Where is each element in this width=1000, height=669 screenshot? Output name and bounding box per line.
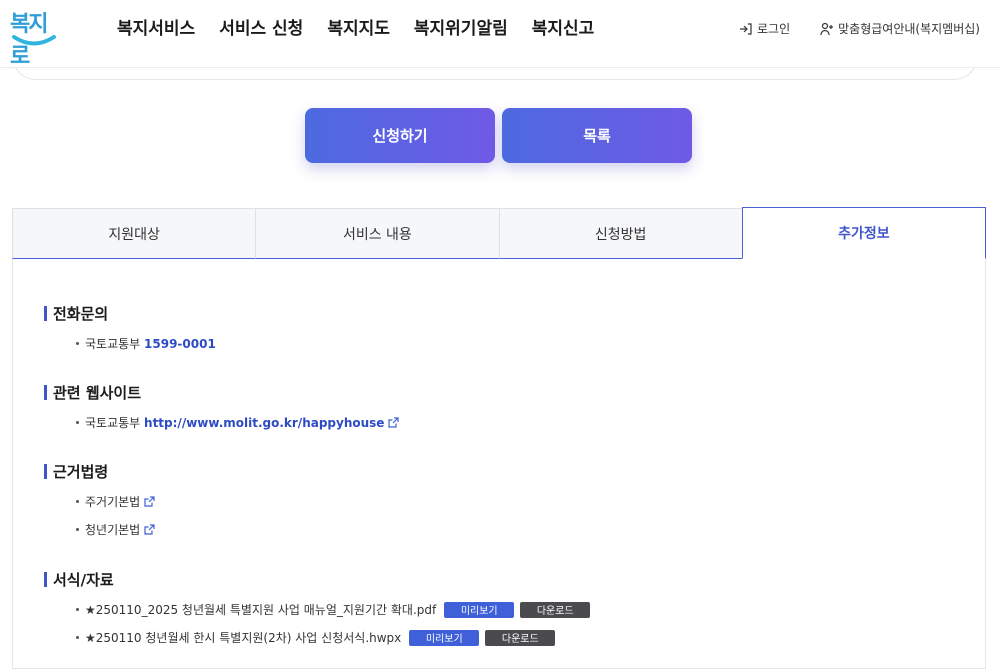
form-file-item: ★250110_2025 청년월세 특별지원 사업 매뉴얼_지원기간 확대.pd… bbox=[76, 601, 591, 618]
nav-welfare-report[interactable]: 복지신고 bbox=[532, 14, 595, 39]
phone-title-text: 전화문의 bbox=[53, 305, 109, 323]
tab-service-content[interactable]: 서비스 내용 bbox=[255, 208, 499, 259]
phone-number-link[interactable]: 1599-0001 bbox=[144, 337, 216, 351]
preview-button[interactable]: 미리보기 bbox=[444, 601, 515, 618]
external-link-icon[interactable] bbox=[144, 496, 155, 507]
website-org: 국토교통부 bbox=[85, 416, 141, 430]
logo-smile-icon bbox=[12, 35, 56, 46]
external-link-icon[interactable] bbox=[144, 524, 155, 535]
bullet bbox=[76, 528, 79, 531]
login-icon bbox=[740, 22, 752, 35]
title-bar bbox=[44, 385, 47, 400]
apply-button[interactable]: 신청하기 bbox=[305, 108, 495, 163]
tab-bar: 지원대상 서비스 내용 신청방법 추가정보 bbox=[12, 207, 986, 260]
law-name: 주거기본법 bbox=[85, 495, 141, 509]
list-button[interactable]: 목록 bbox=[502, 108, 692, 163]
nav-welfare-service[interactable]: 복지서비스 bbox=[117, 14, 195, 39]
site-header: 복지로 복지서비스 서비스 신청 복지지도 복지위기알림 복지신고 로그인 맞춤… bbox=[0, 0, 1000, 69]
tab-how-to-apply[interactable]: 신청방법 bbox=[498, 208, 742, 259]
preview-button[interactable]: 미리보기 bbox=[409, 629, 480, 646]
login-link[interactable]: 로그인 bbox=[739, 20, 790, 37]
phone-item: 국토교통부 1599-0001 bbox=[76, 335, 216, 352]
download-button[interactable]: 다운로드 bbox=[520, 601, 591, 618]
forms-section-title: 서식/자료 bbox=[44, 569, 114, 590]
laws-title-text: 근거법령 bbox=[53, 463, 109, 481]
laws-section-title: 근거법령 bbox=[44, 461, 108, 482]
law-name: 청년기본법 bbox=[85, 523, 141, 537]
nav-crisis-alert[interactable]: 복지위기알림 bbox=[414, 14, 508, 39]
bullet bbox=[76, 500, 79, 503]
form-file-item: ★250110 청년월세 한시 특별지원(2차) 사업 신청서식.hwpx 미리… bbox=[76, 629, 556, 646]
tab-additional-info[interactable]: 추가정보 bbox=[741, 207, 986, 259]
phone-org: 국토교통부 bbox=[85, 337, 141, 351]
website-url-link[interactable]: http://www.molit.go.kr/happyhouse bbox=[144, 416, 384, 430]
nav-service-apply[interactable]: 서비스 신청 bbox=[219, 14, 303, 39]
forms-title-text: 서식/자료 bbox=[53, 571, 114, 589]
form-file-name: ★250110 청년월세 한시 특별지원(2차) 사업 신청서식.hwpx bbox=[85, 631, 402, 645]
phone-section-title: 전화문의 bbox=[44, 303, 108, 324]
phone-section: 전화문의 국토교통부 1599-0001 bbox=[44, 303, 216, 351]
bullet bbox=[76, 608, 79, 611]
website-section: 관련 웹사이트 국토교통부 http://www.molit.go.kr/hap… bbox=[44, 382, 400, 430]
main-nav: 복지서비스 서비스 신청 복지지도 복지위기알림 복지신고 bbox=[117, 14, 594, 39]
tab-eligibility[interactable]: 지원대상 bbox=[12, 208, 256, 259]
nav-welfare-map[interactable]: 복지지도 bbox=[327, 14, 390, 39]
membership-link[interactable]: 맞춤형급여안내(복지멤버십) bbox=[820, 20, 980, 37]
title-bar bbox=[44, 572, 47, 587]
logo[interactable]: 복지로 bbox=[10, 6, 62, 69]
user-plus-icon bbox=[820, 22, 834, 35]
law-item: 주거기본법 bbox=[76, 493, 155, 510]
bullet bbox=[76, 636, 79, 639]
external-link-icon[interactable] bbox=[388, 417, 400, 428]
utility-menu: 로그인 맞춤형급여안내(복지멤버십) bbox=[739, 20, 980, 37]
laws-section: 근거법령 주거기본법 청년기본법 bbox=[44, 461, 155, 537]
bullet bbox=[76, 421, 79, 424]
website-section-title: 관련 웹사이트 bbox=[44, 382, 141, 403]
login-label: 로그인 bbox=[757, 22, 791, 36]
form-file-name: ★250110_2025 청년월세 특별지원 사업 매뉴얼_지원기간 확대.pd… bbox=[85, 603, 437, 617]
website-item: 국토교통부 http://www.molit.go.kr/happyhouse bbox=[76, 414, 400, 431]
law-item: 청년기본법 bbox=[76, 521, 155, 538]
website-title-text: 관련 웹사이트 bbox=[53, 384, 142, 402]
download-button[interactable]: 다운로드 bbox=[485, 629, 556, 646]
title-bar bbox=[44, 306, 47, 321]
forms-section: 서식/자료 ★250110_2025 청년월세 특별지원 사업 매뉴얼_지원기간… bbox=[44, 569, 591, 646]
membership-label: 맞춤형급여안내(복지멤버십) bbox=[838, 22, 980, 36]
bullet bbox=[76, 342, 79, 345]
title-bar bbox=[44, 464, 47, 479]
